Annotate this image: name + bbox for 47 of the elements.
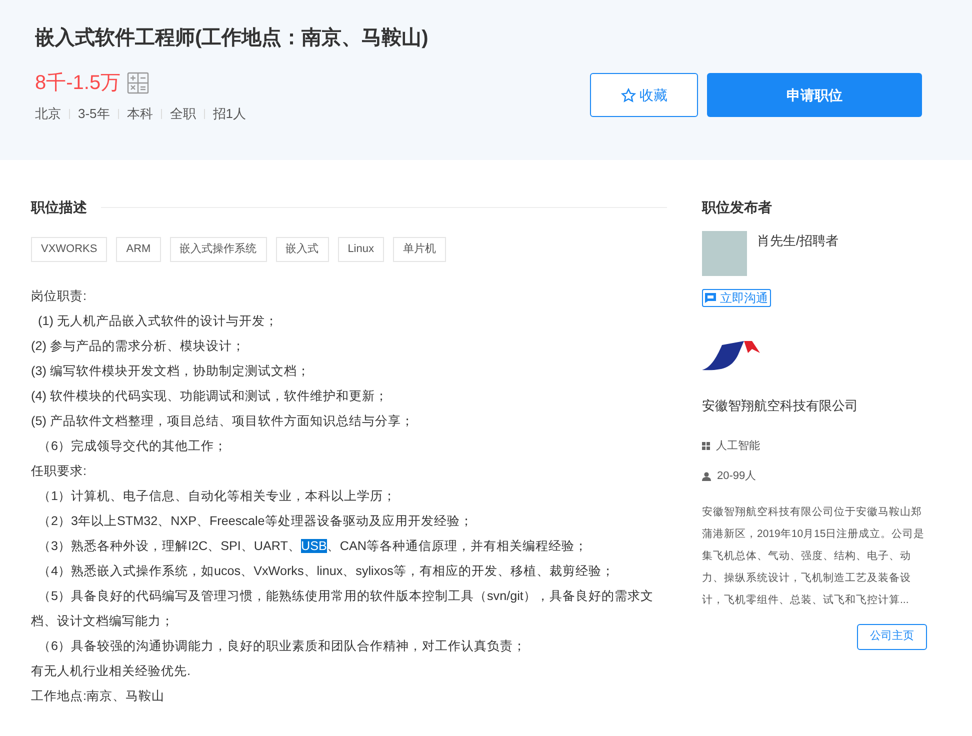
description-line: （5）具备良好的代码编写及管理习惯，能熟练使用常用的软件版本控制工具（svn/git），具备良好的需求文档、设计文档编写能力； <box>31 588 654 630</box>
star-icon <box>620 88 636 102</box>
job-meta: 北京 <box>35 105 61 123</box>
section-heading: 职位描述 <box>31 198 87 217</box>
description-line: （6）具备较强的沟通协调能力，良好的职业素质和团队合作精神，对工作认真负责； <box>37 638 528 655</box>
description-line: (4) 软件模块的代码实现、功能调试和测试，软件维护和更新； <box>31 388 389 405</box>
skill-tag: 嵌入式操作系统 <box>170 237 267 262</box>
skill-tag: VXWORKS <box>31 237 108 262</box>
company-intro: 安徽智翔航空科技有限公司位于安徽马鞍山郑蒲港新区，2019年10月15日注册成立。公司是集飞机总体、气动、强度、结构、电子、动力、操纵系统设计，飞机制造工艺及装备设计，飞机零组件、总装、试飞和飞控计算... <box>702 504 926 608</box>
description-line: 有无人机行业相关经验优先. <box>31 663 192 680</box>
job-meta: 3-5年 <box>78 105 110 123</box>
job-title: 嵌入式软件工程师(工作地点：南京、马鞍山) <box>35 26 430 51</box>
company-industry: 人工智能 <box>716 438 760 454</box>
job-meta: 本科 <box>126 105 153 123</box>
job-meta: 招1人 <box>212 105 246 123</box>
publisher-name: 肖先生/招聘者 <box>757 232 839 250</box>
skill-tag: Linux <box>338 237 384 262</box>
description-line: 岗位职责: <box>31 288 88 305</box>
calculator-icon[interactable] <box>126 72 149 94</box>
skill-tag: 嵌入式 <box>276 237 329 262</box>
description-line: (5) 产品软件文档整理，项目总结、项目软件方面知识总结与分享； <box>31 413 415 430</box>
company-homepage-button[interactable]: 公司主页 <box>857 624 927 650</box>
description-line: （1）计算机、电子信息、自动化等相关专业，本科以上学历； <box>37 488 398 505</box>
description-line: (2) 参与产品的需求分析、模块设计； <box>31 338 246 355</box>
company-logo <box>702 339 760 373</box>
company-name: 安徽智翔航空科技有限公司 <box>702 397 859 415</box>
skill-tag: 单片机 <box>392 237 446 262</box>
company-size: 20-99人 <box>717 469 756 484</box>
description-line: （3）熟悉各种外设，理解I2C、SPI、UART、USB、CAN等各种通信原理，并有相关编程经验； <box>37 538 588 555</box>
description-line: 工作地点:南京、马鞍山 <box>31 688 166 705</box>
description-line: (3) 编写软件模块开发文档，协助制定测试文档； <box>31 363 311 380</box>
favorite-button[interactable]: 收藏 <box>590 73 698 117</box>
photo-placeholder <box>702 231 747 276</box>
section-heading: 职位发布者 <box>702 198 773 217</box>
description-line: 任职要求: <box>31 463 88 480</box>
description-line: （6）完成领导交代的其他工作； <box>37 438 228 455</box>
apply-button[interactable]: 申请职位 <box>707 73 922 117</box>
description-line: (1) 无人机产品嵌入式软件的设计与开发； <box>37 313 279 330</box>
chat-button[interactable]: 立即沟通 <box>702 289 771 307</box>
salary: 8千-1.5万 <box>35 71 121 96</box>
person-icon <box>702 472 711 481</box>
description-line: （2）3年以上STM32、NXP、Freescale等处理器设备驱动及应用开发经验； <box>37 513 474 530</box>
grid-icon <box>702 442 710 450</box>
job-meta: 全职 <box>170 105 196 123</box>
skill-tag: ARM <box>116 237 161 262</box>
description-line: （4）熟悉嵌入式操作系统，如ucos、VxWorks、linux、sylixos等，有相应的开发、移植、裁剪经验； <box>37 563 616 580</box>
chat-icon <box>705 293 716 303</box>
